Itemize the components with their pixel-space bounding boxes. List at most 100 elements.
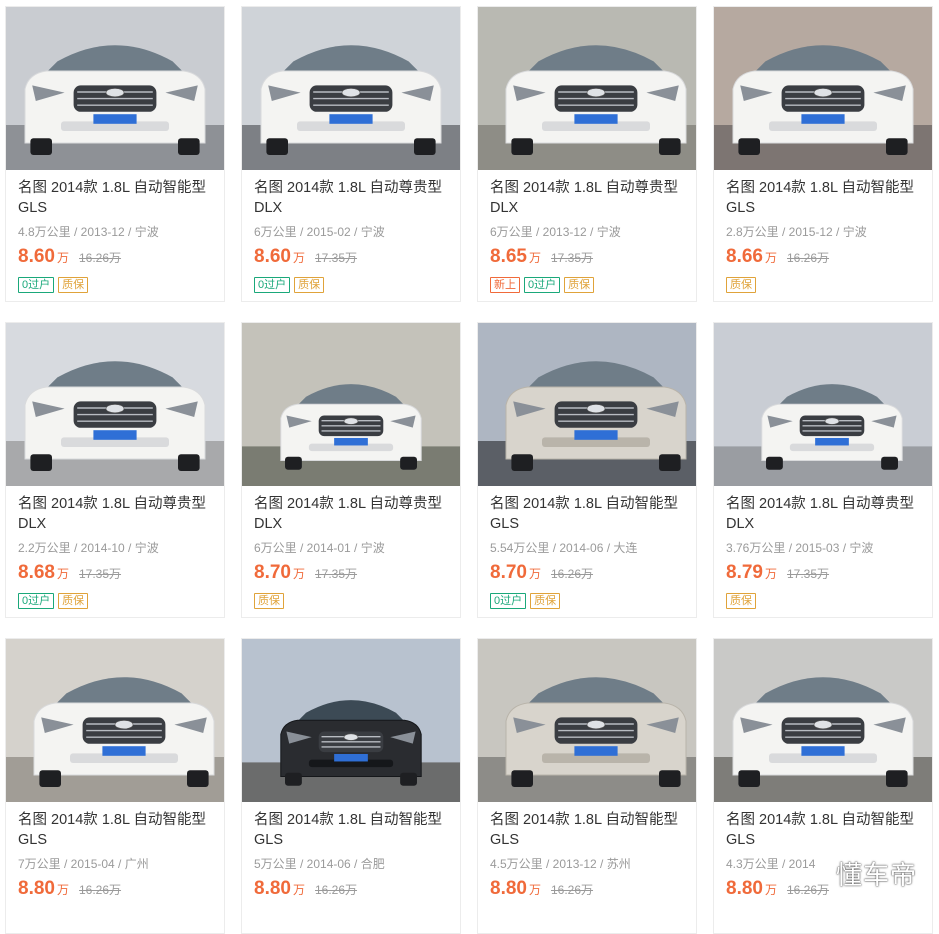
listing-meta: 2.2万公里 / 2014-10 / 宁波 <box>18 541 159 555</box>
car-photo[interactable] <box>6 7 224 170</box>
price: 8.80 <box>490 878 527 899</box>
tag-warranty: 质保 <box>58 593 89 609</box>
price-unit: 万 <box>764 883 777 897</box>
listing-title[interactable]: 名图 2014款 1.8L 自动智能型 GLS <box>726 178 922 218</box>
price-row: 8.60 万 17.35万 <box>254 246 448 270</box>
price-row: 8.70 万 16.26万 <box>490 562 684 586</box>
price-unit: 万 <box>528 883 541 897</box>
tag-list: 质保 <box>726 275 920 293</box>
price-unit: 万 <box>56 883 69 897</box>
listing-grid: 名图 2014款 1.8L 自动智能型 GLS 4.8万公里 / 2013-12 … <box>0 0 939 934</box>
listing-meta: 4.8万公里 / 2013-12 / 宁波 <box>18 225 159 239</box>
listing-meta: 7万公里 / 2015-04 / 广州 <box>18 857 149 871</box>
tag-list <box>726 907 920 925</box>
listing-title[interactable]: 名图 2014款 1.8L 自动尊贵型 DLX <box>490 178 686 218</box>
original-price: 16.26万 <box>787 251 830 265</box>
listing-title[interactable]: 名图 2014款 1.8L 自动智能型 GLS <box>490 494 686 534</box>
tag-list <box>490 907 684 925</box>
car-photo[interactable] <box>714 7 932 170</box>
listing-title[interactable]: 名图 2014款 1.8L 自动智能型 GLS <box>18 178 214 218</box>
listing-title[interactable]: 名图 2014款 1.8L 自动智能型 GLS <box>490 810 686 850</box>
price: 8.60 <box>18 246 55 267</box>
price-unit: 万 <box>56 251 69 265</box>
car-photo[interactable] <box>242 323 460 486</box>
price: 8.80 <box>254 878 291 899</box>
listing-card[interactable]: 名图 2014款 1.8L 自动尊贵型 DLX 6万公里 / 2014-01 / … <box>241 322 461 618</box>
tag-transfer: 0过户 <box>18 277 55 293</box>
tag-list: 0过户 质保 <box>18 591 212 609</box>
listing-card[interactable]: 名图 2014款 1.8L 自动智能型 GLS 5.54万公里 / 2014-06… <box>477 322 697 618</box>
tag-list <box>18 907 212 925</box>
listing-card[interactable]: 名图 2014款 1.8L 自动尊贵型 DLX 6万公里 / 2015-02 / … <box>241 6 461 302</box>
listing-meta: 4.5万公里 / 2013-12 / 苏州 <box>490 857 631 871</box>
tag-warranty: 质保 <box>564 277 595 293</box>
listing-title[interactable]: 名图 2014款 1.8L 自动智能型 GLS <box>254 810 450 850</box>
price-unit: 万 <box>528 251 541 265</box>
tag-warranty: 质保 <box>58 277 89 293</box>
price-row: 8.80 万 16.26万 <box>18 878 212 902</box>
watermark-logo: 懂车帝 <box>835 860 917 890</box>
listing-title[interactable]: 名图 2014款 1.8L 自动尊贵型 DLX <box>726 494 922 534</box>
price-row: 8.80 万 16.26万 <box>254 878 448 902</box>
original-price: 16.26万 <box>551 883 594 897</box>
car-photo[interactable] <box>714 323 932 486</box>
listing-card[interactable]: 名图 2014款 1.8L 自动智能型 GLS 4.8万公里 / 2013-12 … <box>5 6 225 302</box>
listing-meta: 6万公里 / 2013-12 / 宁波 <box>490 225 621 239</box>
price-unit: 万 <box>764 251 777 265</box>
tag-transfer: 0过户 <box>524 277 561 293</box>
listing-title[interactable]: 名图 2014款 1.8L 自动智能型 GLS <box>726 810 922 850</box>
listing-card[interactable]: 名图 2014款 1.8L 自动尊贵型 DLX 3.76万公里 / 2015-03… <box>713 322 933 618</box>
listing-meta: 6万公里 / 2015-02 / 宁波 <box>254 225 385 239</box>
tag-transfer: 0过户 <box>18 593 55 609</box>
price: 8.79 <box>726 562 763 583</box>
tag-list <box>254 907 448 925</box>
car-photo[interactable] <box>242 639 460 802</box>
price-row: 8.65 万 17.35万 <box>490 246 684 270</box>
price-unit: 万 <box>292 883 305 897</box>
price-row: 8.70 万 17.35万 <box>254 562 448 586</box>
tag-list: 0过户 质保 <box>254 275 448 293</box>
car-photo[interactable] <box>478 7 696 170</box>
tag-list: 新上 0过户 质保 <box>490 275 684 293</box>
car-photo[interactable] <box>714 639 932 802</box>
price: 8.70 <box>490 562 527 583</box>
price: 8.65 <box>490 246 527 267</box>
price-unit: 万 <box>764 567 777 581</box>
listing-title[interactable]: 名图 2014款 1.8L 自动智能型 GLS <box>18 810 214 850</box>
price-unit: 万 <box>292 567 305 581</box>
tag-transfer: 0过户 <box>490 593 527 609</box>
listing-title[interactable]: 名图 2014款 1.8L 自动尊贵型 DLX <box>254 494 450 534</box>
listing-title[interactable]: 名图 2014款 1.8L 自动尊贵型 DLX <box>254 178 450 218</box>
car-photo[interactable] <box>478 323 696 486</box>
car-photo[interactable] <box>242 7 460 170</box>
price-row: 8.80 万 16.26万 <box>490 878 684 902</box>
listing-card[interactable]: 名图 2014款 1.8L 自动尊贵型 DLX 2.2万公里 / 2014-10 … <box>5 322 225 618</box>
listing-card[interactable]: 名图 2014款 1.8L 自动尊贵型 DLX 6万公里 / 2013-12 / … <box>477 6 697 302</box>
price: 8.80 <box>726 878 763 899</box>
tag-transfer: 0过户 <box>254 277 291 293</box>
listing-meta: 6万公里 / 2014-01 / 宁波 <box>254 541 385 555</box>
tag-warranty: 质保 <box>726 593 756 609</box>
price-row: 8.60 万 16.26万 <box>18 246 212 270</box>
listing-title[interactable]: 名图 2014款 1.8L 自动尊贵型 DLX <box>18 494 214 534</box>
tag-list: 质保 <box>726 591 920 609</box>
original-price: 17.35万 <box>79 567 122 581</box>
price-unit: 万 <box>56 567 69 581</box>
car-photo[interactable] <box>478 639 696 802</box>
price: 8.60 <box>254 246 291 267</box>
car-photo[interactable] <box>6 323 224 486</box>
listing-card[interactable]: 名图 2014款 1.8L 自动智能型 GLS 5万公里 / 2014-06 / … <box>241 638 461 934</box>
price: 8.68 <box>18 562 55 583</box>
price-row: 8.79 万 17.35万 <box>726 562 920 586</box>
tag-warranty: 质保 <box>254 593 284 609</box>
price: 8.70 <box>254 562 291 583</box>
car-photo[interactable] <box>6 639 224 802</box>
listing-card[interactable]: 名图 2014款 1.8L 自动智能型 GLS 7万公里 / 2015-04 / … <box>5 638 225 934</box>
listing-card[interactable]: 名图 2014款 1.8L 自动智能型 GLS 4.5万公里 / 2013-12 … <box>477 638 697 934</box>
price: 8.80 <box>18 878 55 899</box>
tag-warranty: 质保 <box>530 593 561 609</box>
tag-warranty: 质保 <box>726 277 756 293</box>
price: 8.66 <box>726 246 763 267</box>
listing-card[interactable]: 名图 2014款 1.8L 自动智能型 GLS 2.8万公里 / 2015-12 … <box>713 6 933 302</box>
original-price: 16.26万 <box>315 883 358 897</box>
